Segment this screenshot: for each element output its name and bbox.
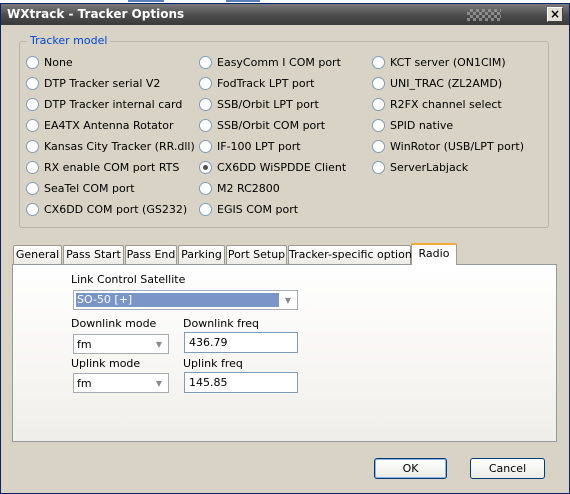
downlink-mode-value: fm	[77, 338, 92, 351]
tab-pass-start[interactable]: Pass Start	[63, 245, 124, 264]
radio-tab-panel: Link Control Satellite SO-50 [+] ▼ Downl…	[12, 264, 557, 442]
radio-circle	[26, 98, 39, 111]
radio-label: DTP Tracker internal card	[44, 98, 183, 111]
radio-label: EasyComm I COM port	[217, 56, 341, 69]
radio-circle	[199, 77, 212, 90]
chevron-down-icon[interactable]: ▼	[281, 294, 295, 307]
radio-circle	[26, 119, 39, 132]
radio-circle	[26, 161, 39, 174]
uplink-mode-value: fm	[77, 377, 92, 390]
radio-label: M2 RC2800	[217, 182, 280, 195]
uplink-mode-select[interactable]: fm ▼	[73, 373, 169, 393]
chevron-down-icon[interactable]: ▼	[152, 338, 166, 351]
ok-button[interactable]: OK	[374, 458, 447, 479]
radio-circle	[372, 98, 385, 111]
radio-circle	[26, 56, 39, 69]
tracker-options-dialog: WXtrack - Tracker Options × Tracker mode…	[0, 3, 570, 494]
radio-circle	[372, 140, 385, 153]
radio-circle	[26, 203, 39, 216]
tab-general[interactable]: General	[13, 245, 62, 264]
radio-label: EGIS COM port	[217, 203, 299, 216]
radio-circle	[372, 77, 385, 90]
radio-label: UNI_TRAC (ZL2AMD)	[390, 77, 503, 90]
radio-label: IF-100 LPT port	[217, 140, 301, 153]
radio-label: KCT server (ON1CIM)	[390, 56, 506, 69]
link-control-label: Link Control Satellite	[71, 273, 186, 286]
radio-circle	[26, 140, 39, 153]
radio-circle	[26, 77, 39, 90]
radio-label: SSB/Orbit COM port	[217, 119, 326, 132]
link-control-satellite-select[interactable]: SO-50 [+] ▼	[73, 290, 298, 310]
downlink-freq-field[interactable]: 436.79	[184, 332, 298, 353]
radio-circle	[199, 140, 212, 153]
radio-circle	[199, 98, 212, 111]
radio-circle-checked	[199, 161, 212, 174]
downlink-mode-label: Downlink mode	[71, 317, 157, 330]
radio-label: WinRotor (USB/LPT port)	[390, 140, 524, 153]
radio-label: SSB/Orbit LPT port	[217, 98, 319, 111]
tab-tracker-specific[interactable]: Tracker-specific options	[288, 245, 418, 264]
radio-label: ServerLabjack	[390, 161, 469, 174]
radio-label: SeaTel COM port	[44, 182, 135, 195]
uplink-freq-label: Uplink freq	[183, 357, 243, 370]
downlink-freq-value: 436.79	[189, 336, 228, 349]
title-decoration	[467, 9, 501, 21]
tab-radio[interactable]: Radio	[411, 243, 457, 265]
radio-label: SPID native	[390, 119, 454, 132]
radio-circle	[199, 119, 212, 132]
radio-circle	[372, 56, 385, 69]
tracker-model-group	[19, 41, 549, 228]
title-bar[interactable]: WXtrack - Tracker Options ×	[1, 4, 569, 25]
radio-label: RX enable COM port RTS	[44, 161, 180, 174]
radio-circle	[372, 161, 385, 174]
radio-circle	[199, 182, 212, 195]
close-button[interactable]: ×	[547, 7, 563, 22]
cancel-button[interactable]: Cancel	[470, 458, 545, 479]
chevron-down-icon[interactable]: ▼	[152, 377, 166, 390]
tab-pass-end[interactable]: Pass End	[125, 245, 177, 264]
downlink-mode-select[interactable]: fm ▼	[73, 334, 169, 354]
window-title: WXtrack - Tracker Options	[7, 7, 185, 21]
radio-label: Kansas City Tracker (RR.dll)	[44, 140, 195, 153]
uplink-freq-field[interactable]: 145.85	[184, 372, 298, 393]
downlink-freq-label: Downlink freq	[183, 317, 260, 330]
uplink-mode-label: Uplink mode	[71, 357, 141, 370]
tab-parking[interactable]: Parking	[178, 245, 225, 264]
radio-label: DTP Tracker serial V2	[44, 77, 161, 90]
radio-label: None	[44, 56, 73, 69]
radio-circle	[199, 56, 212, 69]
tab-port-setup[interactable]: Port Setup	[226, 245, 287, 264]
uplink-freq-value: 145.85	[189, 376, 228, 389]
radio-circle	[372, 119, 385, 132]
radio-label: CX6DD WiSPDDE Client	[217, 161, 347, 174]
radio-circle	[26, 182, 39, 195]
radio-circle	[199, 203, 212, 216]
radio-label: FodTrack LPT port	[217, 77, 315, 90]
radio-label: EA4TX Antenna Rotator	[44, 119, 174, 132]
link-control-value: SO-50 [+]	[76, 293, 279, 307]
radio-label: R2FX channel select	[390, 98, 502, 111]
radio-label: CX6DD COM port (GS232)	[44, 203, 188, 216]
tracker-model-label: Tracker model	[27, 34, 111, 47]
